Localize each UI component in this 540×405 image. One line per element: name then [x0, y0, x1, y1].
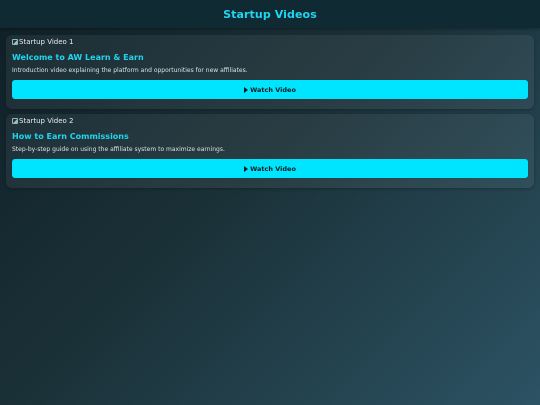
- watch-video-label: Watch Video: [250, 85, 296, 94]
- play-icon: [244, 165, 249, 172]
- thumbnail-alt-text: Startup Video 1: [19, 37, 74, 46]
- video-card: Startup Video 1 Welcome to AW Learn & Ea…: [6, 35, 534, 109]
- page-title: Startup Videos: [223, 7, 317, 21]
- broken-image-icon: [12, 38, 18, 45]
- video-description: Introduction video explaining the platfo…: [12, 67, 248, 74]
- video-thumbnail[interactable]: Startup Video 1: [12, 35, 528, 48]
- broken-image-icon: [12, 117, 18, 124]
- play-icon: [244, 86, 249, 93]
- page-header: Startup Videos: [0, 0, 540, 28]
- video-list: Startup Video 1 Welcome to AW Learn & Ea…: [6, 35, 534, 193]
- video-description: Step-by-step guide on using the affiliat…: [12, 146, 225, 153]
- watch-video-button[interactable]: Watch Video: [12, 80, 528, 99]
- video-title: Welcome to AW Learn & Earn: [12, 53, 144, 62]
- video-card: Startup Video 2 How to Earn Commissions …: [6, 114, 534, 188]
- thumbnail-alt-text: Startup Video 2: [19, 116, 74, 125]
- watch-video-label: Watch Video: [250, 164, 296, 173]
- video-thumbnail[interactable]: Startup Video 2: [12, 114, 528, 127]
- video-title: How to Earn Commissions: [12, 132, 129, 141]
- watch-video-button[interactable]: Watch Video: [12, 159, 528, 178]
